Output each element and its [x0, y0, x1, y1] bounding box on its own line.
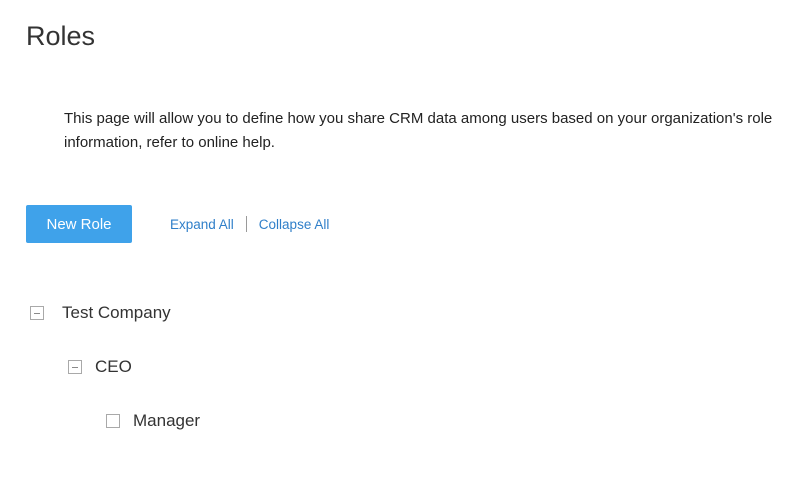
- tree-node-label[interactable]: CEO: [95, 357, 132, 377]
- description-line-1: This page will allow you to define how y…: [64, 110, 773, 127]
- roles-toolbar: New Role Expand All Collapse All: [26, 205, 329, 243]
- expand-all-link[interactable]: Expand All: [170, 217, 234, 232]
- collapse-all-link[interactable]: Collapse All: [259, 217, 330, 232]
- page-title: Roles: [26, 21, 96, 51]
- roles-page: Roles This page will allow you to define…: [0, 0, 800, 493]
- leaf-node-icon: [106, 414, 120, 428]
- new-role-button[interactable]: New Role: [26, 205, 132, 243]
- page-description: This page will allow you to define how y…: [64, 107, 800, 155]
- description-line-2: information, refer to online help.: [64, 134, 275, 151]
- tree-node-ceo[interactable]: CEO: [68, 355, 132, 379]
- tree-node-manager[interactable]: Manager: [106, 409, 200, 433]
- tree-node-label[interactable]: Test Company: [62, 303, 171, 323]
- tree-node-test-company[interactable]: Test Company: [30, 301, 171, 325]
- link-divider: [245, 216, 247, 232]
- tree-node-label[interactable]: Manager: [133, 411, 200, 431]
- collapse-icon[interactable]: [68, 360, 82, 374]
- collapse-icon[interactable]: [30, 306, 44, 320]
- tree-expand-collapse-links: Expand All Collapse All: [170, 216, 329, 232]
